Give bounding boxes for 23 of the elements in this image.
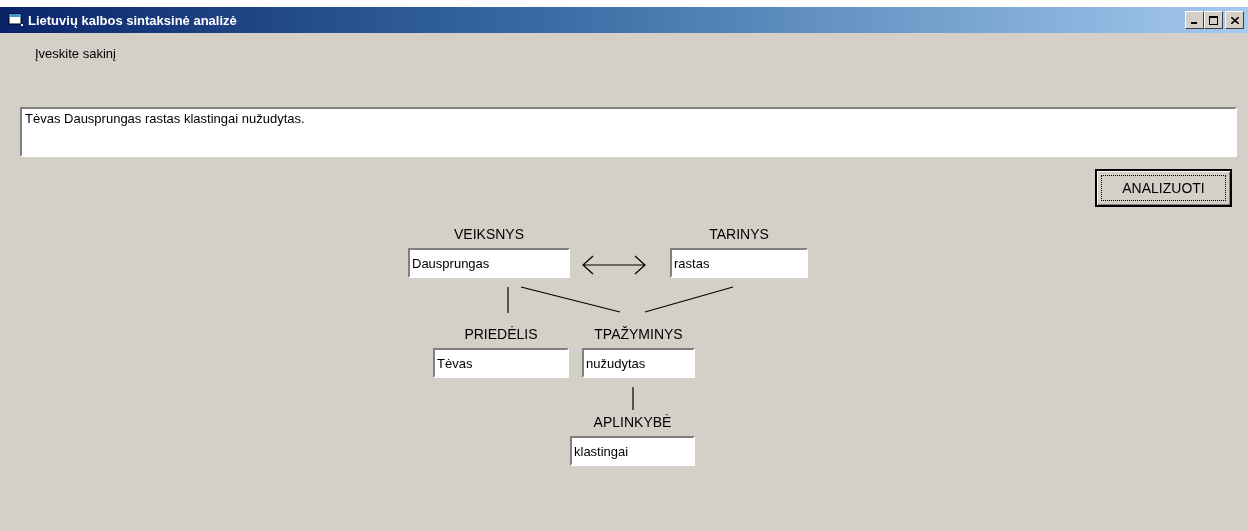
window-icon xyxy=(8,13,24,27)
connector-line xyxy=(507,286,509,314)
node-label: TPAŽYMINYS xyxy=(594,325,683,344)
node-field[interactable]: Tėvas xyxy=(433,348,569,378)
node-label: PRIEDĖLIS xyxy=(464,325,538,344)
connector-line xyxy=(632,386,634,411)
double-arrow xyxy=(582,255,646,275)
node-label: TARINYS xyxy=(709,225,769,244)
node-label: VEIKSNYS xyxy=(454,225,524,244)
node-field[interactable]: rastas xyxy=(670,248,808,278)
maximize-button[interactable] xyxy=(1204,11,1223,29)
prompt-label: Įveskite sakinį xyxy=(34,45,117,63)
close-button[interactable] xyxy=(1225,11,1244,29)
maximize-icon xyxy=(1209,15,1218,25)
sentence-input[interactable]: Tėvas Dausprungas rastas klastingai nužudytas. xyxy=(20,107,1237,157)
node-field[interactable]: nužudytas xyxy=(582,348,695,378)
minimize-button[interactable] xyxy=(1185,11,1204,29)
node-field[interactable]: klastingai xyxy=(570,436,695,466)
node-label: APLINKYBĖ xyxy=(593,413,672,432)
node-field[interactable]: Dausprungas xyxy=(408,248,570,278)
close-icon xyxy=(1230,16,1239,24)
analyze-button[interactable]: ANALIZUOTI xyxy=(1095,169,1232,207)
window-title: Lietuvių kalbos sintaksinė analizė xyxy=(28,12,237,28)
